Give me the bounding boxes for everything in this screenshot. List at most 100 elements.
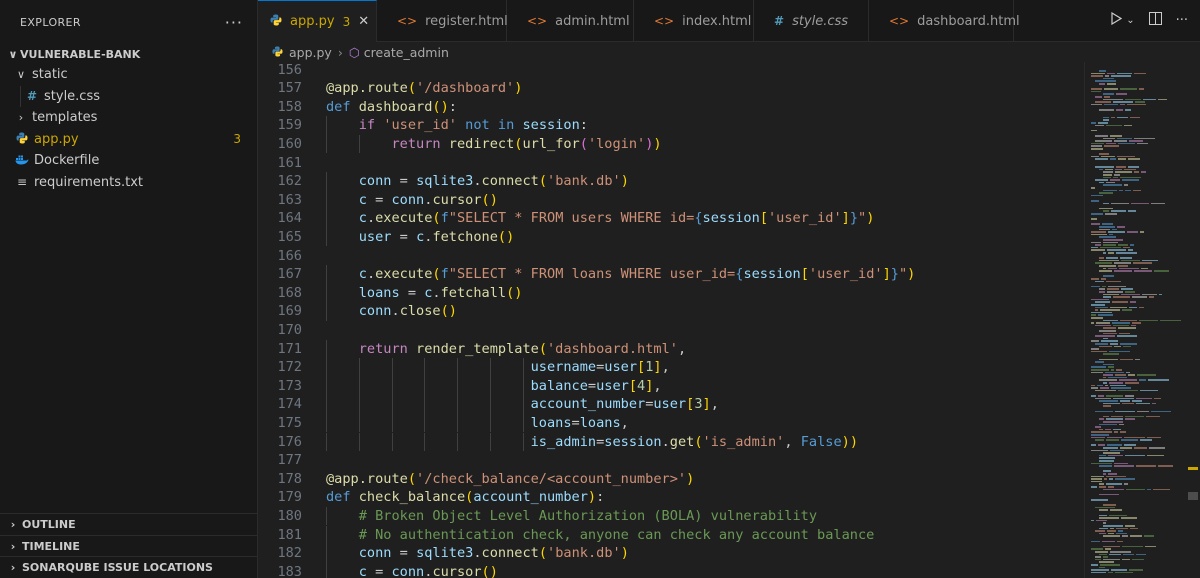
breadcrumb-file[interactable]: app.py [289, 45, 332, 60]
minimap-line [1091, 369, 1109, 371]
minimap-line [1091, 431, 1112, 433]
minimap-line [1099, 509, 1109, 511]
tree-item-style-css[interactable]: # style.css [0, 85, 257, 107]
code-line[interactable]: 180 # Broken Object Level Authorization … [258, 506, 1084, 526]
tab-dashboard-html[interactable]: <> dashboard.html [869, 0, 1020, 42]
code-line[interactable]: 167 c.execute(f"SELECT * FROM loans WHER… [258, 265, 1084, 284]
tree-item-templates[interactable]: › templates [0, 107, 257, 129]
project-root-folder[interactable]: ∨ VULNERABLE-BANK [0, 44, 257, 64]
code-line[interactable]: 164 c.execute(f"SELECT * FROM users WHER… [258, 209, 1084, 228]
code-line[interactable]: 183 c = conn.cursor() [258, 562, 1084, 578]
minimap-line [1103, 327, 1117, 329]
code-line[interactable]: 170 [258, 321, 1084, 340]
code-line[interactable]: 159 if 'user_id' not in session: [258, 116, 1084, 135]
line-number: 178 [277, 470, 302, 487]
code-text: user = c.fetchone() [358, 228, 515, 245]
tab-admin-html[interactable]: <> admin.html [507, 0, 634, 42]
minimap-line [1109, 382, 1123, 384]
editor-scrollbar[interactable] [1186, 62, 1200, 578]
code-line[interactable]: 182 conn = sqlite3.connect('bank.db') [258, 544, 1084, 563]
code-line[interactable]: 160 return redirect(url_for('login')) [258, 134, 1084, 154]
tree-item-requirements[interactable]: ≡ requirements.txt [0, 172, 257, 194]
minimap-line [1099, 236, 1117, 238]
code-line[interactable]: 178 @app.route('/check_balance/<account_n… [258, 470, 1084, 489]
text-file-icon: ≡ [16, 175, 28, 190]
minimap-line [1117, 226, 1125, 228]
code-line[interactable]: 158 def dashboard(): [258, 98, 1084, 117]
line-number: 156 [277, 62, 302, 78]
tab-label: dashboard.html [917, 13, 1020, 29]
code-line[interactable]: 175 loans=loans, [258, 413, 1084, 433]
code-line[interactable]: 157 @app.route('/dashboard') [258, 79, 1084, 98]
code-line[interactable]: 168 loans = c.fetchall() [258, 283, 1084, 303]
minimap-line [1122, 535, 1129, 537]
code-line[interactable]: 163 c = conn.cursor() [258, 190, 1084, 210]
code-line[interactable]: 176 is_admin=session.get('is_admin', Fal… [258, 432, 1084, 452]
minimap-line [1113, 397, 1134, 400]
tree-item-app-py[interactable]: app.py 3 [0, 129, 257, 151]
minimap-line [1120, 358, 1133, 361]
minimap[interactable] [1084, 62, 1186, 578]
minimap-line [1099, 257, 1105, 259]
code-text: # No authentication check, anyone can ch… [326, 526, 875, 543]
minimap-line [1095, 96, 1103, 98]
code-line[interactable]: 169 conn.close() [258, 302, 1084, 321]
minimap-line [1128, 210, 1136, 212]
code-line[interactable]: 165 user = c.fetchone() [258, 227, 1084, 247]
minimap-line [1091, 350, 1108, 353]
minimap-line [1091, 278, 1099, 280]
tree-item-static[interactable]: ∨ static [0, 64, 257, 86]
breadcrumb-symbol[interactable]: create_admin [364, 45, 449, 60]
tab-register-html[interactable]: <> register.html [377, 0, 508, 42]
code-line[interactable]: 171 return render_template('dashboard.ht… [258, 339, 1084, 359]
minimap-line [1123, 483, 1128, 485]
tab-style-css[interactable]: # style.css [754, 0, 869, 42]
run-icon[interactable] [1110, 11, 1123, 29]
minimap-line [1091, 548, 1104, 550]
minimap-line [1091, 384, 1096, 387]
minimap-line [1114, 478, 1136, 480]
html-file-icon: <> [397, 14, 418, 28]
minimap-line [1103, 535, 1121, 537]
code-line[interactable]: 177 [258, 451, 1084, 470]
more-actions-icon[interactable]: ··· [1176, 13, 1188, 28]
minimap-line [1145, 415, 1160, 418]
minimap-line [1103, 93, 1114, 95]
code-editor[interactable]: 156 157 @app.route('/dashboard') 158 def das… [258, 62, 1084, 578]
code-line[interactable]: 179 def check_balance(account_number): [258, 488, 1084, 507]
split-editor-icon[interactable] [1148, 12, 1162, 29]
tree-item-dockerfile[interactable]: Dockerfile [0, 150, 257, 172]
minimap-line [1119, 189, 1123, 192]
code-line[interactable]: 173 balance=user[4], [258, 376, 1084, 396]
minimap-line [1095, 80, 1116, 82]
minimap-line [1103, 293, 1119, 296]
minimap-line [1096, 322, 1110, 324]
minimap-line [1103, 478, 1107, 480]
panel-sonarqube[interactable]: › SONARQUBE ISSUE LOCATIONS [0, 556, 257, 578]
minimap-line [1106, 436, 1123, 439]
panel-outline[interactable]: › OUTLINE [0, 513, 257, 535]
minimap-line [1109, 306, 1127, 309]
code-line[interactable]: 161 [258, 154, 1084, 173]
close-icon[interactable]: ✕ [358, 14, 369, 29]
tab-app-py[interactable]: app.py 3 ✕ [258, 0, 377, 42]
minimap-line [1139, 439, 1152, 441]
code-line[interactable]: 181 # No authentication check, anyone ca… [258, 525, 1084, 545]
code-line[interactable]: 166 [258, 247, 1084, 266]
code-line[interactable]: 172 username=user[1], [258, 358, 1084, 377]
minimap-line [1099, 109, 1114, 111]
more-actions-icon[interactable]: ··· [225, 13, 243, 32]
minimap-line [1122, 402, 1134, 405]
tab-index-html[interactable]: <> index.html [634, 0, 754, 42]
minimap-line [1099, 265, 1117, 267]
code-line[interactable]: 174 account_number=user[3], [258, 395, 1084, 414]
scroll-thumb[interactable] [1188, 492, 1198, 500]
minimap-line [1103, 545, 1121, 548]
code-line[interactable]: 156 [258, 62, 1084, 79]
minimap-line [1107, 530, 1117, 532]
minimap-line [1147, 379, 1169, 381]
panel-timeline[interactable]: › TIMELINE [0, 535, 257, 557]
chevron-down-icon[interactable]: ⌄ [1126, 15, 1134, 26]
code-line[interactable]: 162 conn = sqlite3.connect('bank.db') [258, 172, 1084, 191]
line-number: 175 [277, 414, 302, 431]
